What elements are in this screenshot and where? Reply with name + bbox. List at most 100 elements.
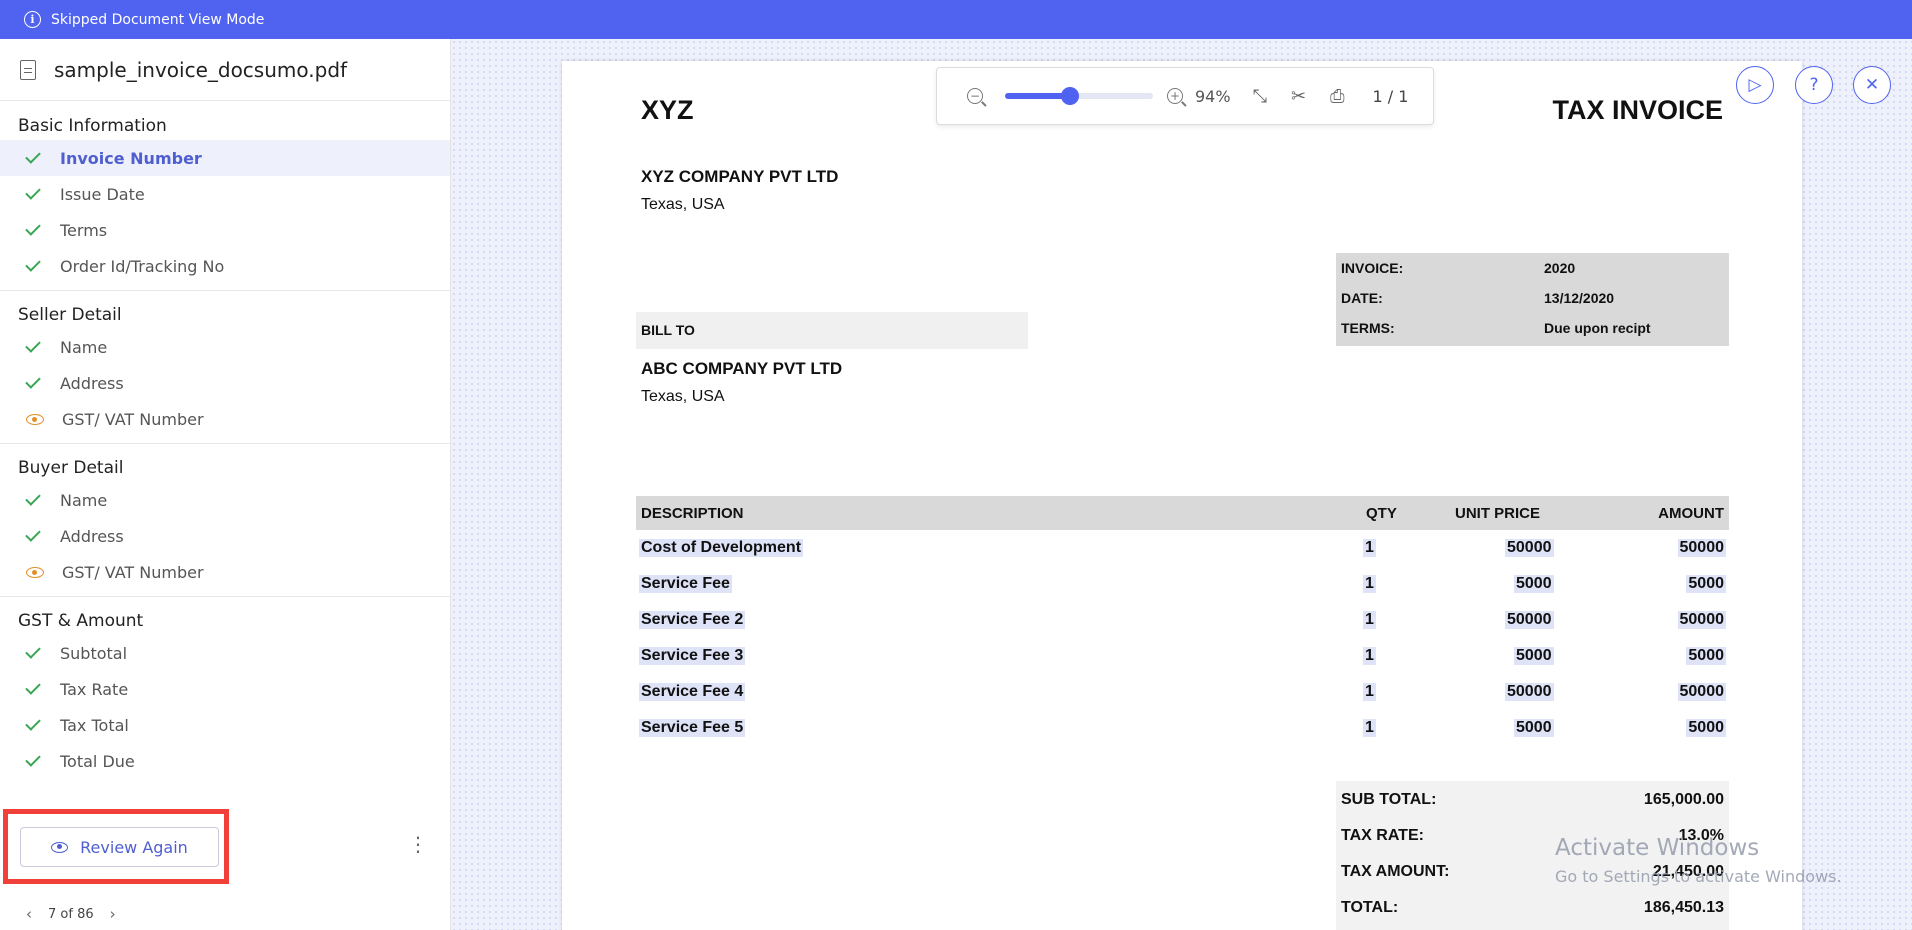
help-icon[interactable]: ? [1795, 66, 1833, 104]
table-row: Service Fee 1 5000 5000 [636, 568, 1729, 604]
field-label: Tax Rate [60, 679, 129, 699]
zoom-slider-handle[interactable] [1061, 87, 1080, 105]
field-invoice-number[interactable]: Invoice Number [0, 140, 450, 176]
field-seller-address[interactable]: Address [0, 365, 450, 401]
item-qty: 1 [1363, 539, 1376, 557]
items-table-body: Cost of Development 1 50000 50000 Servic… [636, 532, 1729, 748]
review-again-button[interactable]: Review Again [20, 827, 219, 867]
invoice-page: XYZ TAX INVOICE XYZ COMPANY PVT LTD Texa… [562, 61, 1802, 930]
invoice-company-address: Texas, USA [641, 196, 725, 213]
sidebar: sample_invoice_docsumo.pdf Basic Informa… [0, 39, 451, 930]
section-title: Seller Detail [18, 305, 122, 325]
watermark-line-2: Go to Settings to activate Windows. [1555, 867, 1842, 886]
item-description: Service Fee 2 [639, 611, 746, 629]
field-label: Tax Total [60, 715, 129, 735]
cut-icon[interactable]: ✂ [1291, 86, 1306, 107]
item-unit-price: 50000 [1505, 611, 1554, 629]
section-title: Basic Information [18, 116, 167, 136]
item-description: Cost of Development [639, 539, 804, 557]
section-title: GST & Amount [18, 611, 144, 631]
check-icon [25, 490, 41, 506]
table-row: Service Fee 4 1 50000 50000 [636, 676, 1729, 712]
check-icon [25, 643, 41, 659]
banner-text: Skipped Document View Mode [51, 11, 265, 28]
field-buyer-name[interactable]: Name [0, 482, 450, 518]
check-icon [25, 715, 41, 731]
field-label: Invoice Number [60, 148, 202, 168]
item-unit-price: 5000 [1514, 575, 1554, 593]
item-amount: 50000 [1677, 611, 1726, 629]
item-description: Service Fee 3 [639, 647, 746, 665]
invoice-company-name: XYZ COMPANY PVT LTD [641, 167, 839, 186]
meta-terms-label: TERMS: [1341, 320, 1395, 336]
header-amount: AMOUNT [1658, 505, 1724, 522]
zoom-slider[interactable] [1005, 87, 1153, 105]
document-viewer[interactable]: XYZ TAX INVOICE XYZ COMPANY PVT LTD Texa… [451, 39, 1912, 930]
item-qty: 1 [1363, 575, 1376, 593]
file-name: sample_invoice_docsumo.pdf [54, 57, 348, 82]
buyer-name: ABC COMPANY PVT LTD [641, 359, 843, 378]
close-icon[interactable]: ✕ [1853, 66, 1891, 104]
item-qty: 1 [1363, 611, 1376, 629]
fit-to-screen-icon[interactable]: ⤡ [1253, 86, 1267, 107]
watermark-line-1: Activate Windows [1555, 835, 1760, 861]
check-icon [25, 148, 41, 164]
document-pager: ‹ 7 of 86 › [26, 905, 116, 923]
field-subtotal[interactable]: Subtotal [0, 635, 450, 671]
top-banner: i Skipped Document View Mode [0, 0, 1912, 39]
total-label: TOTAL: [1341, 899, 1399, 916]
table-row: Cost of Development 1 50000 50000 [636, 532, 1729, 568]
play-icon[interactable]: ▷ [1736, 66, 1774, 104]
field-order-id[interactable]: Order Id/Tracking No [0, 248, 450, 284]
eye-icon [26, 566, 44, 578]
chevron-right-icon[interactable]: › [110, 905, 116, 923]
field-label: Issue Date [60, 184, 145, 204]
item-amount: 5000 [1686, 719, 1726, 737]
items-table-header: DESCRIPTION QTY UNIT PRICE AMOUNT [636, 496, 1729, 530]
section-buyer-detail: Buyer Detail Name Address GST/ VAT Numbe… [0, 444, 450, 597]
item-amount: 5000 [1686, 647, 1726, 665]
chevron-left-icon[interactable]: ‹ [26, 905, 32, 923]
field-seller-name[interactable]: Name [0, 329, 450, 365]
table-row: Service Fee 2 1 50000 50000 [636, 604, 1729, 640]
windows-activation-watermark: Activate Windows Go to Settings to activ… [1555, 835, 1842, 886]
header-unit-price: UNIT PRICE [1455, 505, 1541, 522]
field-terms[interactable]: Terms [0, 212, 450, 248]
field-tax-total[interactable]: Tax Total [0, 707, 450, 743]
check-icon [25, 256, 41, 272]
eye-icon [26, 413, 44, 425]
check-icon [25, 184, 41, 200]
subtotal-label: SUB TOTAL: [1341, 791, 1437, 808]
item-unit-price: 50000 [1505, 539, 1554, 557]
field-label: GST/ VAT Number [62, 409, 204, 429]
field-buyer-address[interactable]: Address [0, 518, 450, 554]
review-highlight: Review Again [3, 809, 229, 884]
field-label: Terms [60, 220, 108, 240]
find-in-page-icon[interactable]: ⎙ [1330, 86, 1344, 107]
field-label: GST/ VAT Number [62, 562, 204, 582]
section-gst-amount: GST & Amount Subtotal Tax Rate Tax Total… [0, 597, 450, 785]
field-label: Name [60, 337, 108, 357]
subtotal-value: 165,000.00 [1643, 791, 1724, 808]
field-buyer-gst[interactable]: GST/ VAT Number [0, 554, 450, 590]
buyer-address: Texas, USA [641, 388, 725, 405]
document-icon [20, 59, 36, 80]
item-unit-price: 5000 [1514, 647, 1554, 665]
field-sections[interactable]: Basic Information Invoice Number Issue D… [0, 102, 450, 844]
field-issue-date[interactable]: Issue Date [0, 176, 450, 212]
zoom-in-icon[interactable]: + [1167, 88, 1183, 104]
zoom-out-icon[interactable]: − [967, 88, 983, 104]
field-seller-gst[interactable]: GST/ VAT Number [0, 401, 450, 437]
review-again-label: Review Again [80, 837, 188, 857]
field-total-due[interactable]: Total Due [0, 743, 450, 779]
file-header: sample_invoice_docsumo.pdf [0, 39, 450, 101]
invoice-company-short: XYZ [641, 95, 694, 125]
meta-terms-value: Due upon recipt [1544, 320, 1651, 336]
meta-date-label: DATE: [1341, 290, 1383, 306]
field-tax-rate[interactable]: Tax Rate [0, 671, 450, 707]
more-options-icon[interactable]: ⋮ [408, 834, 428, 854]
bill-to-label: BILL TO [641, 322, 695, 338]
item-description: Service Fee 5 [639, 719, 746, 737]
section-basic-information: Basic Information Invoice Number Issue D… [0, 102, 450, 291]
table-row: Service Fee 3 1 5000 5000 [636, 640, 1729, 676]
